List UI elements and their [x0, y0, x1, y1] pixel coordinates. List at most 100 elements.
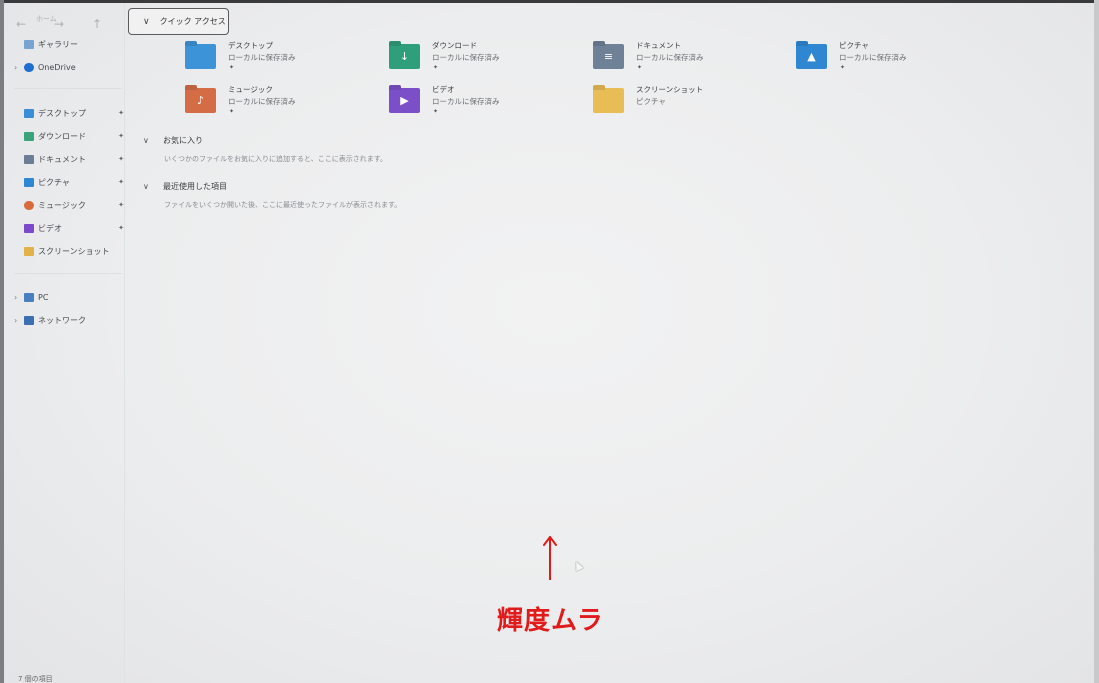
sidebar-item-label: デスクトップ: [38, 108, 86, 118]
sidebar-item-onedrive[interactable]: › OneDrive: [14, 58, 124, 76]
pin-icon: ✦: [637, 64, 643, 71]
pin-icon: ✦: [840, 64, 846, 71]
pin-icon: ✦: [118, 155, 124, 163]
home-label[interactable]: ホーム: [36, 14, 57, 24]
annotation-arrow: [549, 538, 551, 580]
folder-name: ドキュメント: [636, 41, 681, 50]
recent-section-header[interactable]: ∨ 最近使用した項目: [143, 181, 227, 192]
bezel-top: [0, 0, 1099, 3]
sidebar-item-label: スクリーンショット: [38, 246, 110, 256]
folder-glyph: [185, 44, 216, 69]
folder-icon: [24, 246, 34, 256]
folder-glyph: ≡: [603, 50, 614, 63]
sidebar-item-label: OneDrive: [38, 62, 76, 72]
folder-name: ビデオ: [432, 85, 455, 94]
folder-status: ローカルに保存済み: [839, 53, 907, 62]
folder-status: ローカルに保存済み: [432, 53, 500, 62]
folder-status: ピクチャ: [636, 97, 666, 106]
folder-glyph: ▶: [400, 94, 409, 107]
chevron-right-icon[interactable]: ›: [14, 293, 24, 302]
pin-icon: ✦: [433, 64, 439, 71]
chevron-down-icon[interactable]: ∨: [143, 17, 150, 27]
folder-status: ローカルに保存済み: [228, 97, 296, 106]
pin-icon: ✦: [118, 178, 124, 186]
quick-access-header[interactable]: ∨ クイック アクセス: [128, 8, 229, 35]
status-bar-item-count: 7 個の項目: [18, 675, 53, 683]
annotation-label: 輝度ムラ: [497, 606, 604, 636]
section-title: クイック アクセス: [159, 17, 226, 26]
pin-icon: ✦: [229, 108, 235, 115]
sidebar-item-downloads[interactable]: ダウンロード ✦: [14, 127, 124, 145]
pin-icon: ✦: [118, 201, 124, 209]
folder-tile-pictures[interactable]: ▲ ピクチャ ローカルに保存済み ✦: [796, 40, 996, 76]
back-button[interactable]: ←: [16, 17, 26, 31]
chevron-down-icon[interactable]: ∨: [143, 182, 163, 191]
favorites-empty-hint: いくつかのファイルをお気に入りに追加すると、ここに表示されます。: [164, 155, 388, 163]
chevron-down-icon[interactable]: ∨: [143, 136, 163, 145]
folder-tile-videos[interactable]: ▶ ビデオ ローカルに保存済み ✦: [389, 84, 589, 120]
folder-status: ローカルに保存済み: [228, 53, 296, 62]
video-icon: [24, 223, 34, 233]
pin-icon: ✦: [118, 132, 124, 140]
folder-glyph: ↓: [399, 50, 410, 63]
sidebar-item-label: ミュージック: [38, 200, 86, 210]
folder-status: ローカルに保存済み: [432, 97, 500, 106]
cloud-icon: [24, 62, 34, 72]
divider: [14, 88, 122, 89]
folder-glyph: ▲: [807, 50, 816, 63]
bezel-right: [1094, 0, 1099, 683]
folder-status: ローカルに保存済み: [636, 53, 704, 62]
folder-name: ミュージック: [228, 85, 273, 94]
sidebar-item-label: ピクチャ: [38, 177, 70, 187]
up-button[interactable]: ↑: [92, 17, 102, 31]
sidebar-item-gallery[interactable]: ギャラリー: [14, 35, 124, 53]
sidebar-item-label: ダウンロード: [38, 131, 86, 141]
folder-tile-downloads[interactable]: ↓ ダウンロード ローカルに保存済み ✦: [389, 40, 589, 76]
section-title: お気に入り: [163, 136, 203, 145]
sidebar-item-screenshots[interactable]: スクリーンショット: [14, 242, 124, 260]
section-title: 最近使用した項目: [163, 182, 227, 191]
navigation-pane: ← → ↑ ホーム ギャラリー › OneDrive デスクトップ ✦ ダウンロ…: [4, 3, 125, 683]
sidebar-item-documents[interactable]: ドキュメント ✦: [14, 150, 124, 168]
recent-empty-hint: ファイルをいくつか開いた後、ここに最近使ったファイルが表示されます。: [164, 201, 402, 209]
pin-icon: ✦: [118, 224, 124, 232]
sidebar-item-desktop[interactable]: デスクトップ ✦: [14, 104, 124, 122]
folder-tile-documents[interactable]: ≡ ドキュメント ローカルに保存済み ✦: [593, 40, 793, 76]
sidebar-item-label: ギャラリー: [38, 39, 78, 49]
mouse-cursor-icon: [572, 559, 584, 572]
network-icon: [24, 315, 34, 325]
folder-name: スクリーンショット: [636, 85, 704, 94]
sidebar-item-music[interactable]: ミュージック ✦: [14, 196, 124, 214]
document-icon: [24, 154, 34, 164]
sidebar-item-label: PC: [38, 292, 49, 302]
folder-name: デスクトップ: [228, 41, 273, 50]
folder-tile-music[interactable]: ♪ ミュージック ローカルに保存済み ✦: [185, 84, 385, 120]
sidebar-item-network[interactable]: › ネットワーク: [14, 311, 124, 329]
folder-tile-screenshots[interactable]: スクリーンショット ピクチャ: [593, 84, 793, 120]
sidebar-item-label: ネットワーク: [38, 315, 86, 325]
pin-icon: ✦: [118, 109, 124, 117]
pin-icon: ✦: [229, 64, 235, 71]
sidebar-item-label: ドキュメント: [38, 154, 86, 164]
computer-icon: [24, 292, 34, 302]
nav-buttons: ← → ↑ ホーム: [14, 15, 129, 35]
divider: [14, 273, 122, 274]
chevron-right-icon[interactable]: ›: [14, 63, 24, 72]
folder-name: ダウンロード: [432, 41, 477, 50]
pictures-icon: [24, 177, 34, 187]
pin-icon: ✦: [433, 108, 439, 115]
favorites-section-header[interactable]: ∨ お気に入り: [143, 135, 203, 146]
sidebar-item-label: ビデオ: [38, 223, 62, 233]
music-icon: [24, 200, 34, 210]
desktop-icon: [24, 108, 34, 118]
sidebar-item-videos[interactable]: ビデオ ✦: [14, 219, 124, 237]
chevron-right-icon[interactable]: ›: [14, 316, 24, 325]
folder-glyph: ♪: [196, 94, 205, 107]
gallery-icon: [24, 39, 34, 49]
sidebar-item-pc[interactable]: › PC: [14, 288, 124, 306]
folder-name: ピクチャ: [839, 41, 869, 50]
sidebar-item-pictures[interactable]: ピクチャ ✦: [14, 173, 124, 191]
folder-glyph: [593, 88, 624, 113]
folder-tile-desktop[interactable]: デスクトップ ローカルに保存済み ✦: [185, 40, 385, 76]
download-icon: [24, 131, 34, 141]
